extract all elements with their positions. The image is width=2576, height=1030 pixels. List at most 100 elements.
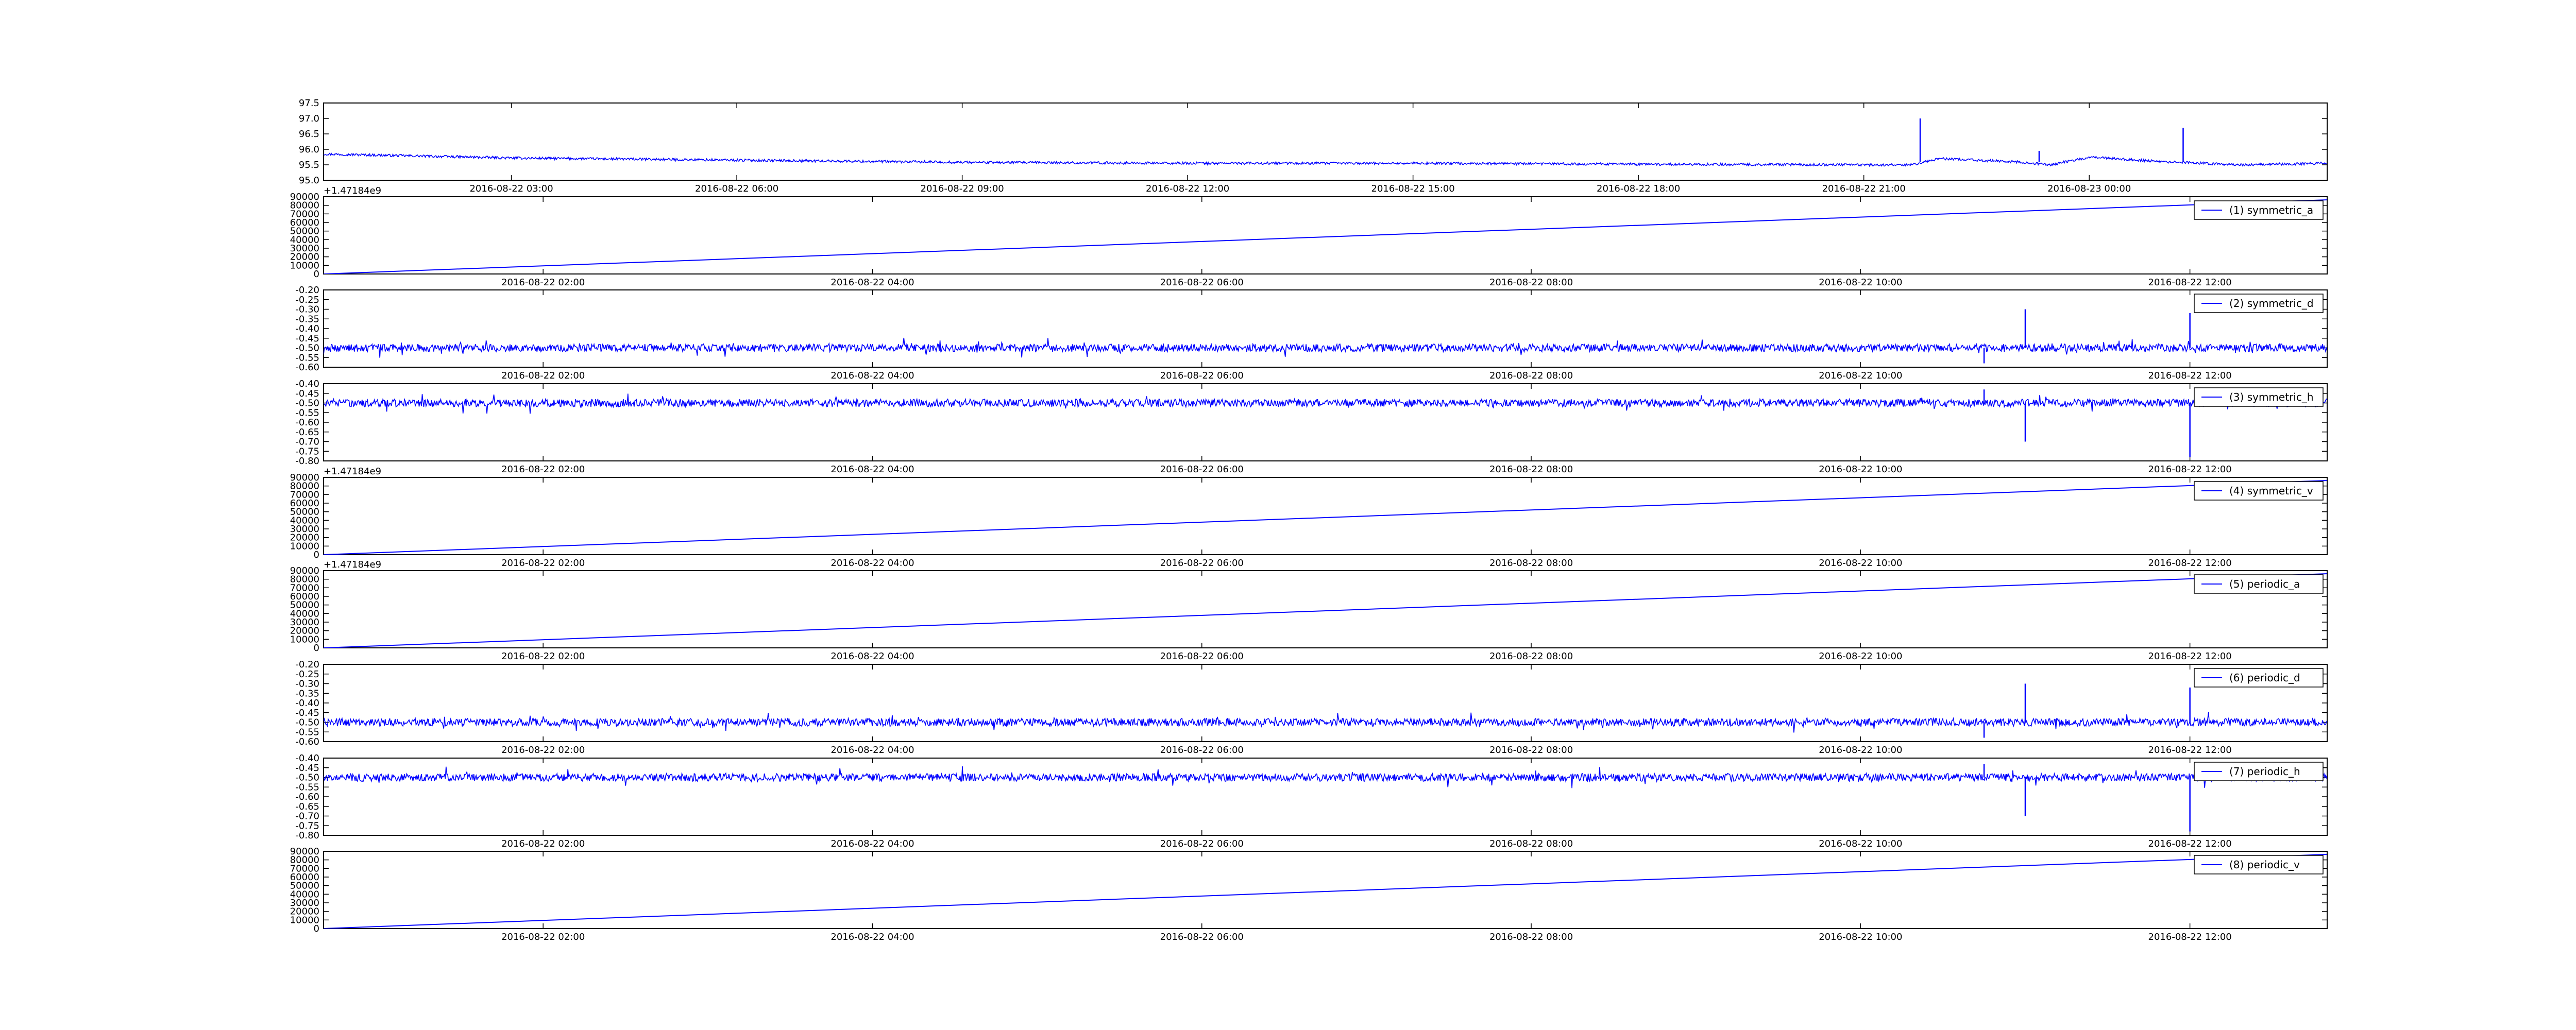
x-tick-label: 2016-08-22 08:00 [1489,745,1573,756]
x-tick-label: 2016-08-22 10:00 [1819,558,1902,569]
x-tick-label: 2016-08-22 02:00 [501,745,585,756]
legend: (1) symmetric_a [2194,200,2324,220]
y-tick-label: 95.5 [299,160,319,170]
legend-label: (6) periodic_d [2229,672,2300,684]
y-tick-label: -0.55 [295,727,319,737]
x-tick-label: 2016-08-22 12:00 [2148,745,2232,756]
y-tick-label: -0.60 [295,736,319,747]
x-tick-label: 2016-08-22 06:00 [1160,277,1244,288]
legend: (4) symmetric_v [2194,481,2324,501]
x-tick-label: 2016-08-22 04:00 [831,932,914,942]
x-tick-label: 2016-08-22 08:00 [1489,464,1573,475]
x-tick-label: 2016-08-22 06:00 [1160,370,1244,381]
x-tick-label: 2016-08-22 08:00 [1489,932,1573,942]
y-tick-label: -0.35 [295,314,319,324]
y-tick-label: 97.0 [299,113,319,124]
x-tick-label: 2016-08-22 06:00 [695,183,778,194]
y-tick-label: 90000 [290,192,319,202]
x-tick-label: 2016-08-22 06:00 [1160,745,1244,756]
x-tick-label: 2016-08-22 15:00 [1371,183,1455,194]
y-tick-label: -0.30 [295,679,319,690]
x-tick-label: 2016-08-22 10:00 [1819,651,1902,662]
panel-1: 95.0 95.5 96.0 96.5 97.0 97.5 2016-08-22 03:00… [299,98,2328,194]
legend: (2) symmetric_d [2194,294,2324,313]
axes-frame [323,664,2328,742]
legend-label: (4) symmetric_v [2229,485,2313,497]
y-tick-label: -0.80 [295,456,319,467]
y-tick-label: -0.70 [295,437,319,448]
legend: (7) periodic_h [2194,762,2324,781]
y-tick-label: -0.50 [295,343,319,354]
x-tick-label: 2016-08-22 10:00 [1819,277,1902,288]
axes-frame [323,383,2328,461]
x-tick-label: 2016-08-22 12:00 [2148,838,2232,849]
x-tick-label: 2016-08-22 08:00 [1489,838,1573,849]
legend-label: (5) periodic_a [2229,578,2300,590]
y-tick-label: 90000 [290,472,319,483]
x-tick-label: 2016-08-22 06:00 [1160,838,1244,849]
y-tick-label: -0.55 [295,352,319,363]
x-tick-label: 2016-08-22 12:00 [1146,183,1229,194]
y-tick-label: 96.0 [299,144,319,155]
x-tick-label: 2016-08-22 04:00 [831,464,914,475]
y-tick-label: -0.30 [295,304,319,315]
panel-8: -0.80-0.75-0.70-0.65-0.60-0.55-0.50-0.45… [295,753,2328,849]
axis-offset-label: +1.47184e9 [324,559,381,570]
x-tick-label: 2016-08-22 21:00 [1822,183,1906,194]
legend-label: (1) symmetric_a [2229,204,2313,216]
legend: (8) periodic_v [2194,855,2324,874]
y-tick-label: -0.20 [295,659,319,670]
x-tick-label: 2016-08-22 06:00 [1160,651,1244,662]
legend: (6) periodic_d [2194,668,2324,688]
y-tick-label: -0.55 [295,782,319,793]
axes-frame [323,289,2328,368]
x-tick-label: 2016-08-22 04:00 [831,370,914,381]
y-tick-label: -0.65 [295,801,319,812]
x-tick-label: 2016-08-22 04:00 [831,745,914,756]
x-tick-label: 2016-08-22 02:00 [501,558,585,569]
x-tick-label: 2016-08-22 08:00 [1489,277,1573,288]
legend-label: (2) symmetric_d [2229,297,2314,310]
y-tick-label: -0.45 [295,708,319,718]
axis-offset-label: +1.47184e9 [324,185,381,196]
y-tick-label: 97.5 [299,98,319,109]
x-tick-label: 2016-08-22 12:00 [2148,464,2232,475]
panel-2: 0100002000030000400005000060000700008000… [290,185,2328,288]
panel-6: 0100002000030000400005000060000700008000… [290,559,2328,662]
y-tick-label: -0.55 [295,407,319,418]
legend-label: (3) symmetric_h [2229,391,2314,403]
y-tick-label: -0.65 [295,427,319,438]
axes-frame [323,102,2328,181]
y-tick-label: -0.40 [295,323,319,334]
panel-9: 0100002000030000400005000060000700008000… [290,846,2328,942]
x-tick-label: 2016-08-22 08:00 [1489,370,1573,381]
y-tick-label: -0.60 [295,792,319,802]
y-tick-label: -0.50 [295,772,319,783]
panel-7: -0.60-0.55-0.50-0.45-0.40-0.35-0.30-0.25… [295,659,2328,756]
x-tick-label: 2016-08-22 12:00 [2148,932,2232,942]
y-tick-label: -0.40 [295,379,319,389]
y-tick-label: 90000 [290,565,319,576]
x-tick-label: 2016-08-22 02:00 [501,464,585,475]
x-tick-label: 2016-08-22 04:00 [831,838,914,849]
y-tick-label: -0.45 [295,388,319,399]
x-tick-label: 2016-08-22 04:00 [831,558,914,569]
y-tick-label: -0.75 [295,820,319,831]
x-tick-label: 2016-08-22 12:00 [2148,370,2232,381]
panel-3: -0.60-0.55-0.50-0.45-0.40-0.35-0.30-0.25… [295,285,2328,381]
x-tick-label: 2016-08-22 04:00 [831,651,914,662]
axis-offset-label: +1.47184e9 [324,466,381,477]
y-tick-label: -0.40 [295,698,319,709]
x-tick-label: 2016-08-22 10:00 [1819,370,1902,381]
y-tick-label: -0.50 [295,398,319,409]
y-tick-label: -0.60 [295,362,319,373]
x-tick-label: 2016-08-22 10:00 [1819,838,1902,849]
x-tick-label: 2016-08-22 12:00 [2148,558,2232,569]
y-tick-label: -0.70 [295,811,319,822]
x-tick-label: 2016-08-22 06:00 [1160,558,1244,569]
x-tick-label: 2016-08-22 12:00 [2148,651,2232,662]
x-tick-label: 2016-08-22 18:00 [1597,183,1680,194]
y-tick-label: -0.35 [295,688,319,699]
x-tick-label: 2016-08-22 02:00 [501,370,585,381]
chart-figure: 95.0 95.5 96.0 96.5 97.0 97.5 2016-08-22 03:00… [290,98,2328,942]
